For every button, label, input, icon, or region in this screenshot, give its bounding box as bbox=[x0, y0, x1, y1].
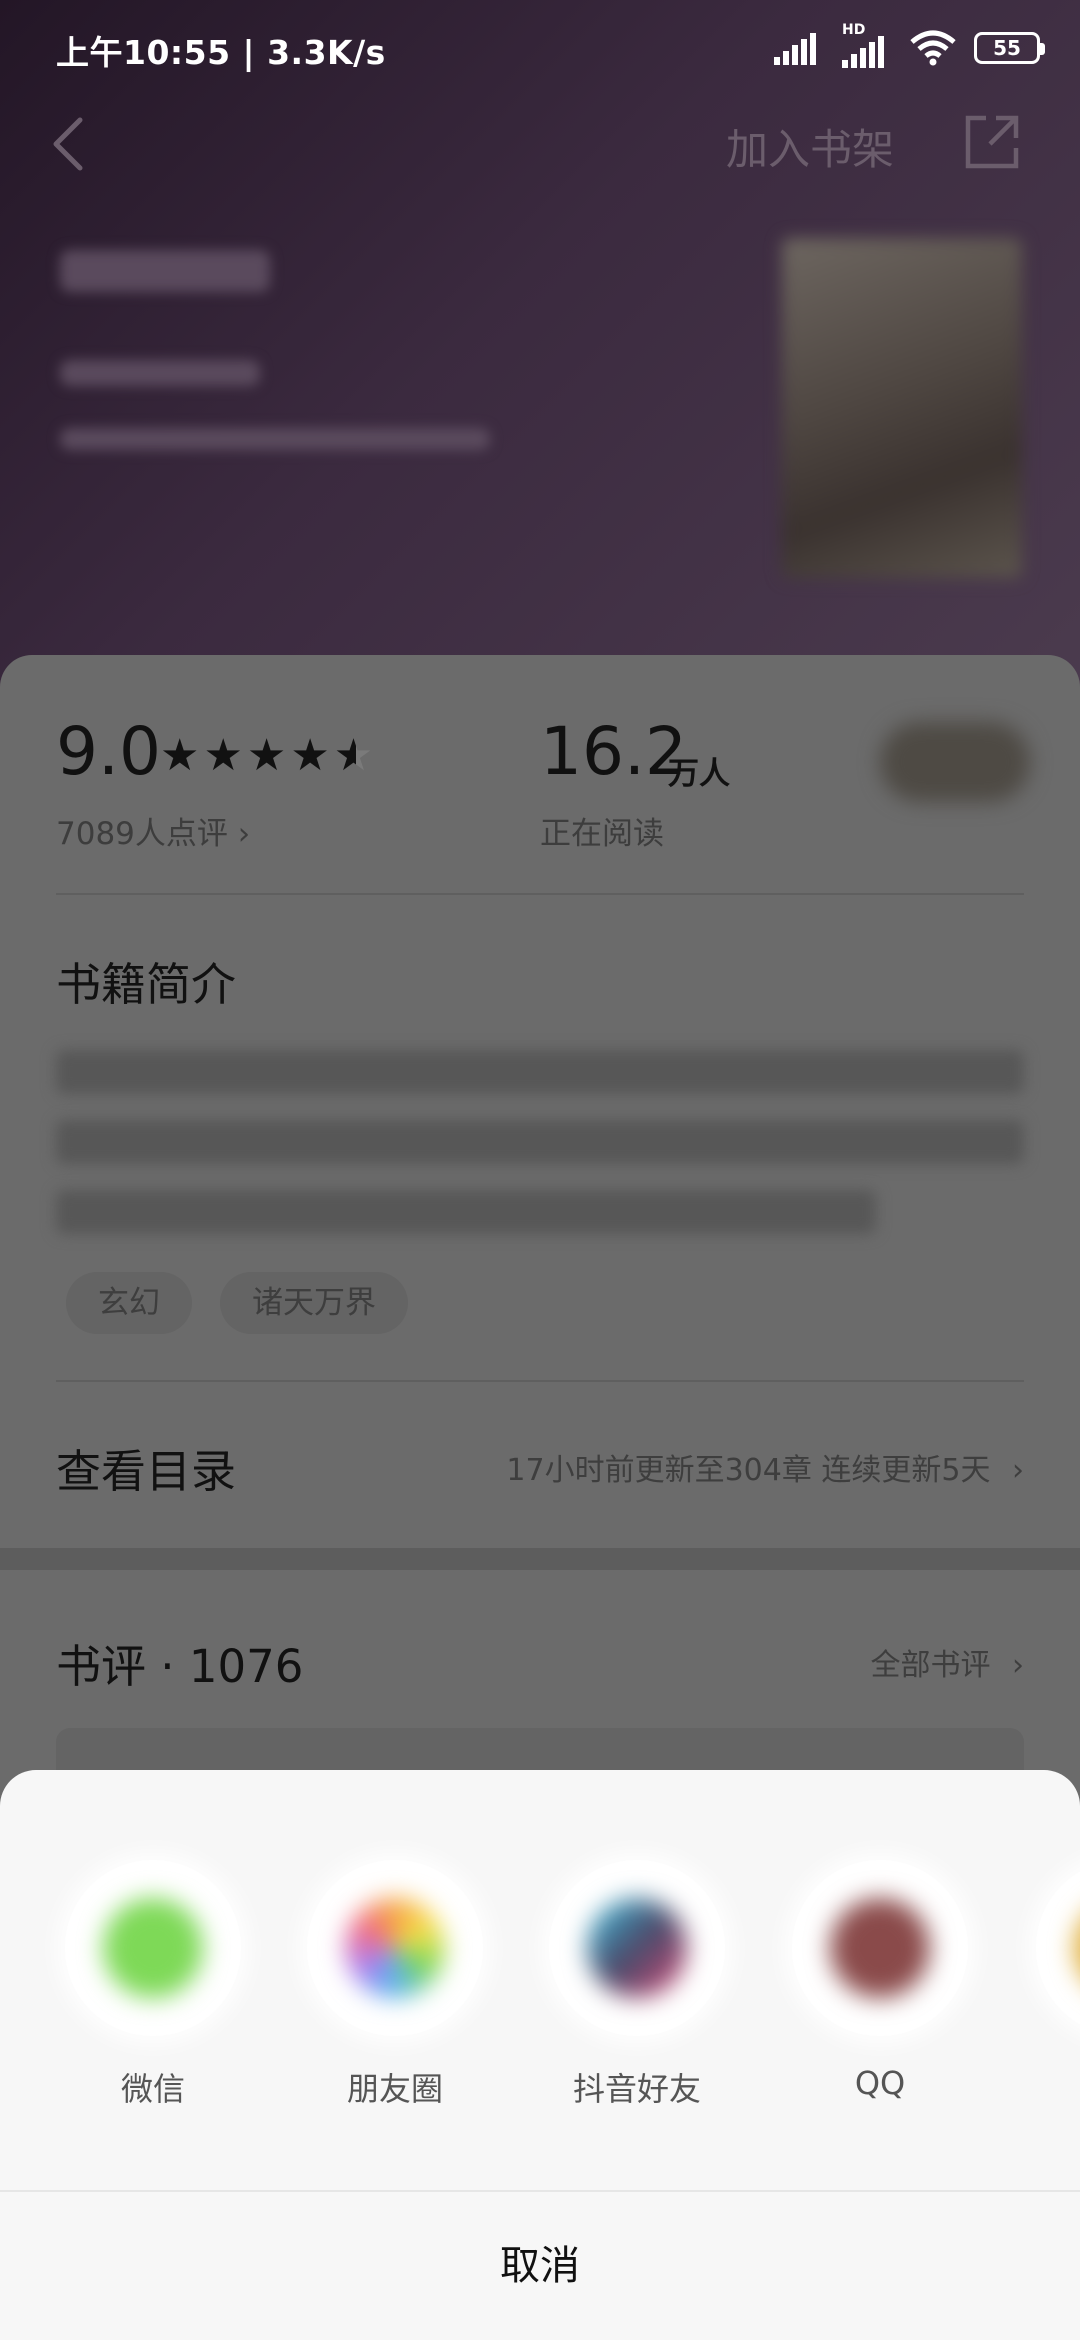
share-qq[interactable]: QQ bbox=[790, 1860, 970, 2102]
status-bar: 上午10:55 | 3.3K/s HD 55 bbox=[0, 0, 1080, 96]
share-label: QQ bbox=[854, 2064, 906, 2102]
douyin-icon bbox=[587, 1898, 687, 1998]
tag-xuanhuan[interactable]: 玄幻 bbox=[66, 1272, 192, 1334]
wifi-icon bbox=[910, 30, 956, 66]
share-qzone[interactable]: Q bbox=[1034, 1860, 1080, 2102]
intro-text-line bbox=[56, 1120, 1024, 1164]
book-title-blurred bbox=[60, 250, 270, 292]
book-header: 上午10:55 | 3.3K/s HD 55 加入书架 bbox=[0, 0, 1080, 700]
rating-score: 9.0 bbox=[56, 713, 161, 790]
catalog-title[interactable]: 查看目录 bbox=[56, 1435, 236, 1500]
share-label: 微信 bbox=[120, 2070, 185, 2108]
stars-fill: ★★★★★ bbox=[160, 730, 356, 781]
share-icon[interactable] bbox=[962, 112, 1022, 172]
readers-unit: 万人 bbox=[668, 756, 730, 792]
status-time: 上午10:55 | 3.3K/s bbox=[56, 33, 386, 72]
readers-count: 16.2 bbox=[540, 713, 687, 790]
book-author-blurred bbox=[60, 360, 260, 386]
intro-text-line bbox=[56, 1190, 876, 1234]
chevron-right-icon: › bbox=[237, 816, 251, 852]
chevron-right-icon: › bbox=[1012, 1453, 1024, 1488]
all-reviews-link[interactable]: 全部书评 › bbox=[870, 1640, 1024, 1684]
back-arrow-icon[interactable] bbox=[44, 112, 94, 176]
catalog-update-link[interactable]: 17小时前更新至304章 连续更新5天 › bbox=[506, 1445, 1024, 1489]
readers-label: 正在阅读 bbox=[540, 816, 664, 852]
rating-stars: ★★★★★ ★★★★★ bbox=[160, 730, 377, 781]
share-douyin-circle bbox=[549, 1860, 725, 2036]
wechat-icon bbox=[103, 1898, 203, 1998]
rank-badge-blurred bbox=[880, 722, 1030, 802]
cancel-button[interactable]: 取消 bbox=[0, 2192, 1080, 2340]
intro-text-line bbox=[56, 1050, 1024, 1094]
divider bbox=[56, 893, 1024, 895]
qzone-icon bbox=[1074, 1898, 1080, 1998]
moments-icon bbox=[345, 1898, 445, 1998]
share-qzone-clip: Q bbox=[1010, 1840, 1080, 2140]
share-wechat[interactable]: 微信 bbox=[63, 1860, 243, 2110]
hd-signal-icon bbox=[842, 36, 884, 68]
share-moments[interactable]: 朋友圈 bbox=[305, 1860, 485, 2110]
share-douyin[interactable]: 抖音好友 bbox=[547, 1860, 727, 2110]
share-wechat-circle bbox=[65, 1860, 241, 2036]
share-label: 抖音好友 bbox=[572, 2070, 701, 2108]
book-cover bbox=[782, 238, 1022, 578]
share-moments-circle bbox=[307, 1860, 483, 2036]
intro-title: 书籍简介 bbox=[56, 958, 237, 1011]
chevron-right-icon: › bbox=[1012, 1648, 1024, 1683]
signal-icon bbox=[774, 33, 816, 65]
divider bbox=[56, 1380, 1024, 1382]
catalog-update-info: 17小时前更新至304章 连续更新5天 bbox=[506, 1453, 991, 1488]
section-gap bbox=[0, 1548, 1080, 1570]
share-label: 朋友圈 bbox=[346, 2070, 443, 2108]
review-count-link[interactable]: 7089人点评 › bbox=[56, 808, 250, 853]
share-qq-circle bbox=[792, 1860, 968, 2036]
book-meta-blurred bbox=[60, 428, 490, 450]
tag-zhutian[interactable]: 诸天万界 bbox=[220, 1272, 408, 1334]
battery-icon: 55 bbox=[974, 32, 1045, 64]
share-qzone-circle bbox=[1036, 1860, 1080, 2036]
hd-signal: HD bbox=[842, 22, 892, 68]
share-label: Q bbox=[1034, 2064, 1080, 2102]
qq-icon bbox=[830, 1898, 930, 1998]
add-to-shelf-button[interactable]: 加入书架 bbox=[726, 116, 894, 177]
reviews-title: 书评 · 1076 bbox=[56, 1640, 304, 1693]
all-reviews-text: 全部书评 bbox=[870, 1648, 991, 1683]
status-icons: HD 55 bbox=[774, 22, 1045, 70]
review-count-text: 7089人点评 bbox=[56, 816, 228, 852]
